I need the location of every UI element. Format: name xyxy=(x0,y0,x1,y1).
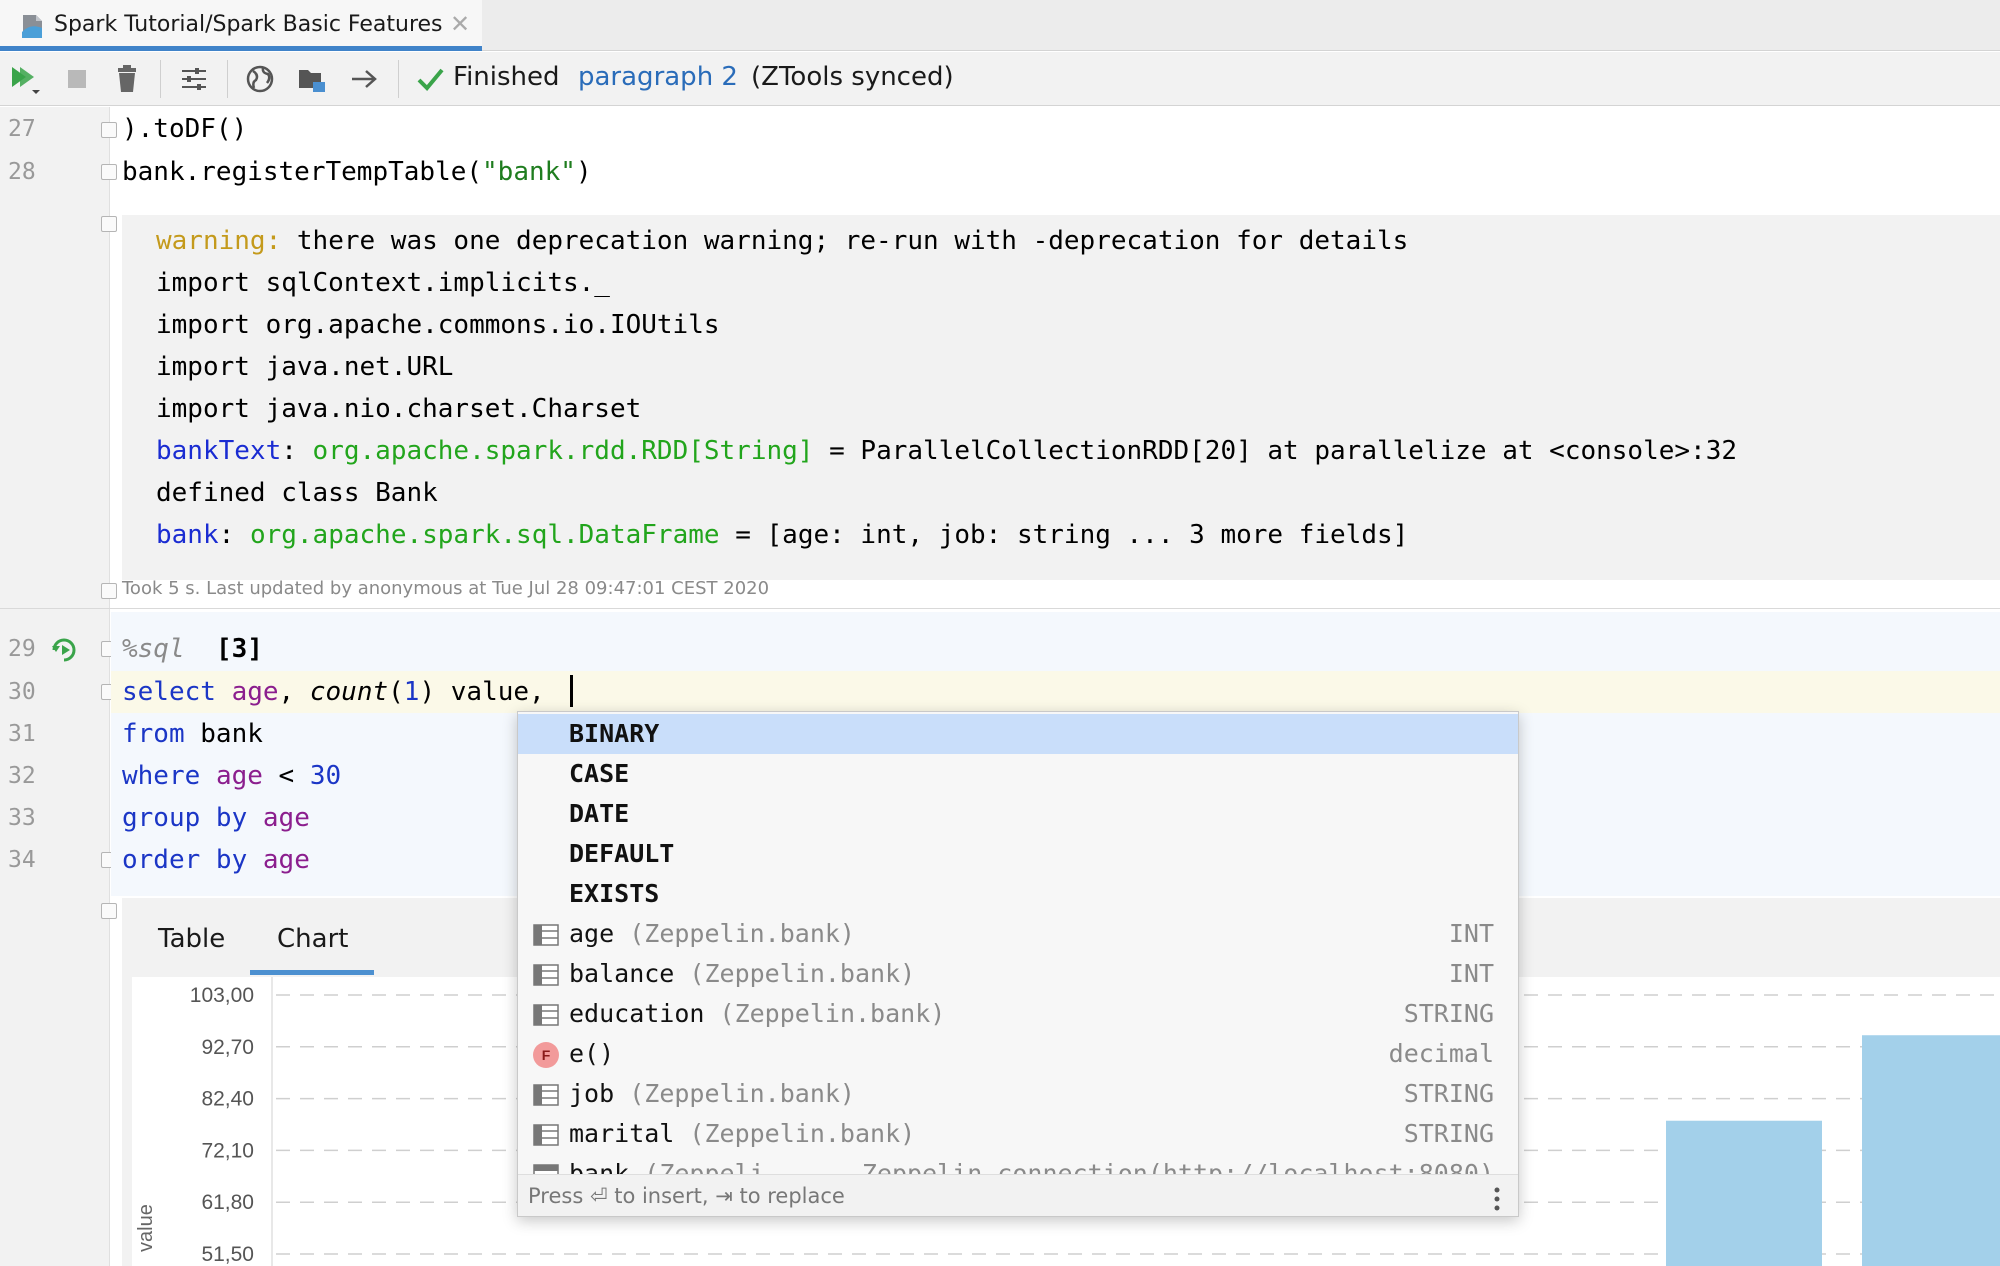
y-tick-label: 72,10 xyxy=(201,1139,254,1162)
paragraph-separator xyxy=(0,608,2000,609)
completion-item-keyword[interactable]: DATE xyxy=(518,794,1518,834)
code-line-34[interactable]: order by age xyxy=(122,845,310,875)
output-line: import org.apache.commons.io.IOUtils xyxy=(156,310,720,340)
y-tick-label: 51,50 xyxy=(201,1243,254,1266)
code-line-30[interactable]: select age, count(1) value, xyxy=(122,677,560,707)
line-number: 32 xyxy=(8,763,36,789)
completion-item-function[interactable]: F e() decimal xyxy=(518,1034,1518,1074)
globe-icon xyxy=(246,65,274,93)
code-line-33[interactable]: group by age xyxy=(122,803,310,833)
toolbar-separator xyxy=(227,60,228,98)
output-line: import sqlContext.implicits._ xyxy=(156,268,610,298)
open-in-browser-button[interactable] xyxy=(243,62,277,96)
completion-item-column[interactable]: job (Zeppelin.bank) STRING xyxy=(518,1074,1518,1114)
go-to-button[interactable] xyxy=(347,62,381,96)
completion-item-column[interactable]: age (Zeppelin.bank) INT xyxy=(518,914,1518,954)
fold-marker[interactable] xyxy=(101,583,117,599)
y-tick-label: 82,40 xyxy=(201,1088,254,1111)
line-number: 33 xyxy=(8,805,36,831)
column-icon xyxy=(533,964,559,986)
output-line: defined class Bank xyxy=(156,478,438,508)
completion-popup: BINARY CASE DATE DEFAULT EXISTS age (Zep… xyxy=(517,711,1519,1217)
line-number: 34 xyxy=(8,847,36,873)
execution-counter: [3] xyxy=(215,634,263,664)
clear-output-button[interactable] xyxy=(110,62,144,96)
y-tick-label: 92,70 xyxy=(201,1036,254,1059)
line-number: 29 xyxy=(8,636,36,662)
output-line: import java.nio.charset.Charset xyxy=(156,394,642,424)
completion-item-keyword[interactable]: CASE xyxy=(518,754,1518,794)
paragraph-toolbar: Finished paragraph 2 (ZTools synced) xyxy=(0,52,2000,106)
more-options-icon[interactable] xyxy=(1494,1187,1500,1211)
completion-hint: Press ⏎ to insert, ⇥ to replace xyxy=(528,1184,845,1208)
function-icon: F xyxy=(533,1042,559,1068)
text-caret xyxy=(570,675,573,707)
folder-icon xyxy=(299,70,325,92)
output-bank: bank: org.apache.spark.sql.DataFrame = [… xyxy=(156,520,1409,550)
column-icon xyxy=(533,924,559,946)
notebook-file-icon xyxy=(22,15,42,38)
sliders-icon xyxy=(182,68,206,90)
tab-table[interactable]: Table xyxy=(158,924,225,954)
trash-icon xyxy=(118,65,136,92)
completion-footer: Press ⏎ to insert, ⇥ to replace xyxy=(518,1174,1518,1216)
stop-button[interactable] xyxy=(60,62,94,96)
column-icon xyxy=(533,1084,559,1106)
tab-label: Spark Tutorial/Spark Basic Features xyxy=(54,12,443,37)
code-line-27[interactable]: ).toDF() xyxy=(122,114,247,144)
run-all-icon xyxy=(12,67,40,94)
tab-spark-basic-features[interactable]: Spark Tutorial/Spark Basic Features ✕ xyxy=(0,0,482,51)
paragraph-link[interactable]: paragraph 2 xyxy=(578,62,738,92)
settings-button[interactable] xyxy=(177,62,211,96)
completion-item-column[interactable]: marital (Zeppelin.bank) STRING xyxy=(518,1114,1518,1154)
output-line: import java.net.URL xyxy=(156,352,454,382)
line-number: 31 xyxy=(8,721,36,747)
active-tab-indicator xyxy=(250,970,374,975)
tab-chart[interactable]: Chart xyxy=(277,924,348,954)
line-number: 27 xyxy=(8,116,36,142)
code-line-31[interactable]: from bank xyxy=(122,719,263,749)
code-line-32[interactable]: where age < 30 xyxy=(122,761,341,791)
output-banktext: bankText: org.apache.spark.rdd.RDD[Strin… xyxy=(156,436,1737,466)
y-tick-label: 61,80 xyxy=(201,1191,254,1214)
sync-status: (ZTools synced) xyxy=(751,62,954,92)
line-number: 30 xyxy=(8,679,36,705)
column-icon xyxy=(533,1004,559,1026)
code-line-28[interactable]: bank.registerTempTable("bank") xyxy=(122,157,592,187)
toolbar-separator xyxy=(160,60,161,98)
arrow-right-icon xyxy=(352,70,377,88)
fold-marker[interactable] xyxy=(101,903,117,919)
run-all-button[interactable] xyxy=(8,62,42,96)
column-icon xyxy=(533,1124,559,1146)
line-number: 28 xyxy=(8,159,36,185)
fold-marker[interactable] xyxy=(101,216,117,232)
completion-item-keyword[interactable]: BINARY xyxy=(518,714,1518,754)
y-tick-label: 103,00 xyxy=(190,984,254,1007)
output-warning: warning: there was one deprecation warni… xyxy=(156,226,1409,256)
completion-item-keyword[interactable]: DEFAULT xyxy=(518,834,1518,874)
fold-marker[interactable] xyxy=(101,164,117,180)
toolbar-separator xyxy=(398,60,399,98)
code-line-29[interactable]: %sql [3] xyxy=(122,634,263,664)
run-status: Finished xyxy=(453,62,560,92)
open-folder-button[interactable] xyxy=(295,62,329,96)
stop-icon xyxy=(68,70,86,88)
chart-bar xyxy=(1862,1035,2000,1266)
completion-item-keyword[interactable]: EXISTS xyxy=(518,874,1518,914)
completion-item-column[interactable]: education (Zeppelin.bank) STRING xyxy=(518,994,1518,1034)
completion-item-column[interactable]: balance (Zeppelin.bank) INT xyxy=(518,954,1518,994)
fold-marker[interactable] xyxy=(101,122,117,138)
close-tab-icon[interactable]: ✕ xyxy=(450,10,470,38)
editor-tab-bar: Spark Tutorial/Spark Basic Features ✕ xyxy=(0,0,2000,51)
y-axis-label: value xyxy=(135,1204,157,1252)
paragraph-footer: Took 5 s. Last updated by anonymous at T… xyxy=(122,578,770,599)
checkmark-icon xyxy=(417,68,444,91)
chart-bar xyxy=(1666,1120,1822,1266)
run-paragraph-icon[interactable] xyxy=(50,636,78,664)
